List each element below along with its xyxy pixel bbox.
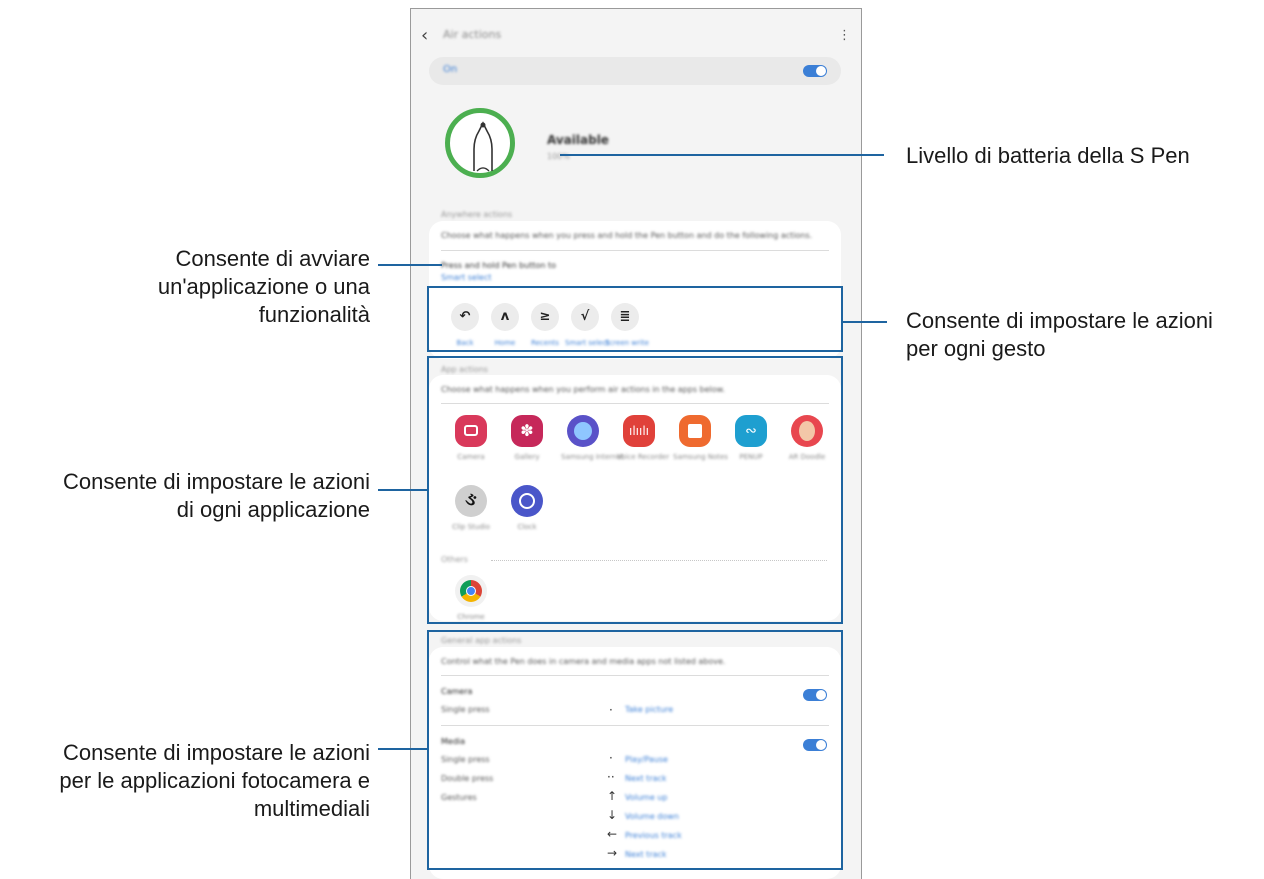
master-switch-row[interactable]: On: [429, 57, 841, 85]
callout-launch: Consente di avviare un'applicazione o un…: [158, 245, 370, 329]
callout-line: per ogni gesto: [906, 336, 1046, 361]
press-hold-value: Smart select: [441, 273, 492, 282]
general-actions-highlight-box: [427, 630, 843, 870]
top-app-bar: ‹ Air actions ⋮: [411, 25, 861, 55]
callout-line: multimediali: [253, 796, 370, 821]
media-leader-line: [378, 748, 427, 750]
master-switch-label: On: [443, 64, 458, 75]
callout-line: un'applicazione o una: [157, 274, 370, 299]
app-actions-highlight-box: [427, 356, 843, 624]
press-hold-title: Press and hold Pen button to: [441, 261, 557, 270]
pen-status-title: Available: [547, 133, 609, 147]
callout-battery: Livello di batteria della S Pen: [906, 142, 1190, 170]
callout-line: per le applicazioni fotocamera e: [59, 768, 370, 793]
s-pen-icon: [473, 121, 493, 172]
callout-media: Consente di impostare le azioni per le a…: [59, 739, 370, 823]
launch-leader-line: [378, 264, 442, 266]
master-toggle[interactable]: [803, 65, 827, 77]
page-title: Air actions: [443, 28, 502, 41]
apps-leader-line: [378, 489, 427, 491]
battery-level-ring: [445, 108, 515, 178]
gestures-leader-line: [843, 321, 887, 323]
battery-leader-line: [560, 154, 884, 156]
more-options-icon[interactable]: ⋮: [838, 29, 851, 43]
press-hold-setting[interactable]: Press and hold Pen button to Smart selec…: [429, 251, 841, 282]
callout-gestures: Consente di impostare le azioni per ogni…: [906, 307, 1213, 363]
callout-line: di ogni applicazione: [176, 497, 370, 522]
callout-line: Consente di impostare le azioni: [906, 308, 1213, 333]
callout-line: Livello di batteria della S Pen: [906, 143, 1190, 168]
callout-line: funzionalità: [258, 302, 370, 327]
callout-line: Consente di impostare le azioni: [63, 740, 370, 765]
gestures-highlight-box: [427, 286, 843, 352]
anywhere-description: Choose what happens when you press and h…: [441, 231, 813, 240]
callout-line: Consente di impostare le azioni: [63, 469, 370, 494]
callout-line: Consente di avviare: [175, 246, 370, 271]
anywhere-section-label: Anywhere actions: [441, 210, 513, 219]
callout-apps: Consente di impostare le azioni di ogni …: [63, 468, 370, 524]
back-arrow-icon[interactable]: ‹: [421, 25, 439, 47]
